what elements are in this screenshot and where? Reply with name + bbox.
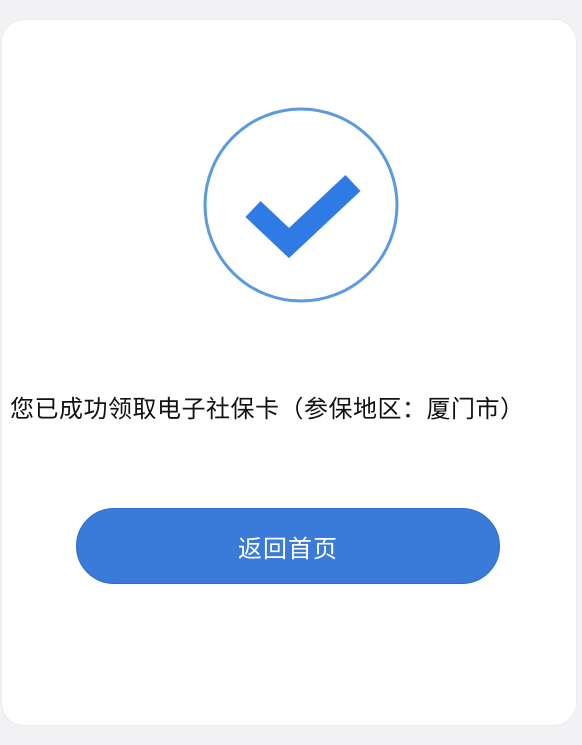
return-home-button-label: 返回首页 — [238, 534, 338, 563]
check-circle-icon — [203, 107, 399, 303]
success-message: 您已成功领取电子社保卡（参保地区：厦门市） — [10, 395, 525, 423]
return-home-button[interactable]: 返回首页 — [76, 508, 500, 584]
